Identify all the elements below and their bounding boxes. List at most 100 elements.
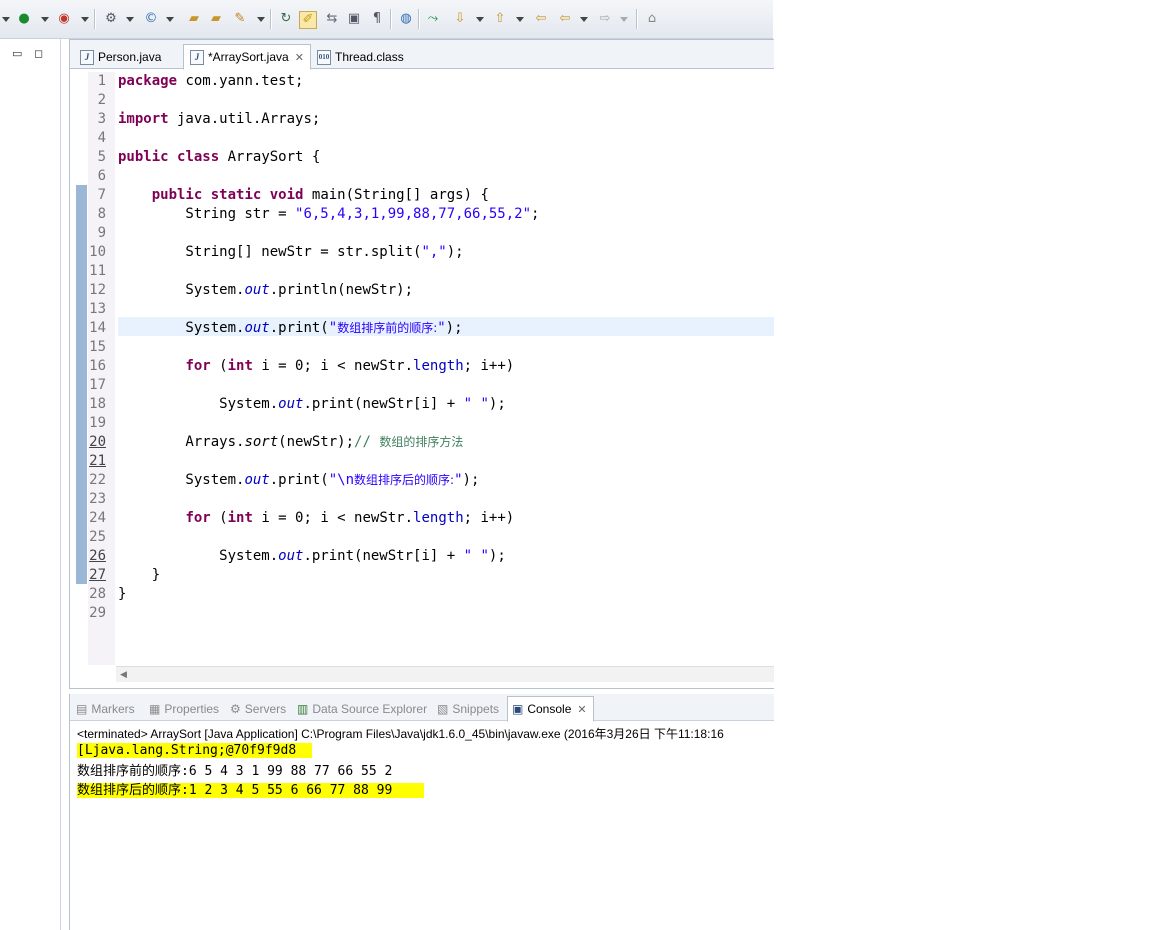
tab-servers[interactable]: ⚙ Servers — [230, 698, 286, 720]
toggle-mark-occurrences-icon[interactable]: ↻ — [278, 11, 294, 27]
changed-lines-marker — [76, 185, 87, 584]
open-folder-icon[interactable]: ▰ — [186, 11, 202, 27]
output-text: 数组排序前的顺序:6 5 4 3 1 99 88 77 66 55 2 — [77, 764, 393, 779]
previous-edit-icon[interactable]: ⇧ — [492, 11, 508, 27]
line-number: 11 — [89, 263, 106, 279]
line-number: 27 — [89, 567, 106, 583]
line-number: 2 — [97, 92, 106, 108]
code-line: import java.util.Arrays; — [118, 111, 321, 127]
chevron-down-icon[interactable] — [166, 17, 174, 22]
line-number: 12 — [89, 282, 106, 298]
tab-label: Console — [527, 702, 572, 716]
line-number: 28 — [89, 586, 106, 602]
chevron-down-icon[interactable] — [516, 17, 524, 22]
chevron-down-icon[interactable] — [476, 17, 484, 22]
chevron-down-icon[interactable] — [580, 17, 588, 22]
tab-thread-class[interactable]: 010 Thread.class — [311, 46, 404, 68]
line-number: 14 — [89, 320, 106, 336]
next-annotation-icon[interactable]: ⤳ — [425, 11, 441, 27]
new-java-class-icon[interactable]: © — [143, 11, 159, 27]
line-number: 3 — [97, 111, 106, 127]
line-number: 6 — [97, 168, 106, 184]
line-number: 26 — [89, 548, 106, 564]
line-number: 16 — [89, 358, 106, 374]
tab-label: Properties — [164, 702, 220, 716]
chevron-down-icon[interactable] — [126, 17, 134, 22]
main-toolbar: ● ◉ ⚙ © ▰ ▰ ✎ ↻ ✐ ⇆ ▣ ¶ ◍ ⤳ ⇩ ⇧ ⇦ ⇦ ⇨ ⌂ — [0, 0, 773, 39]
last-edit-icon[interactable]: ⇦ — [533, 11, 549, 27]
tab-data-source-explorer[interactable]: ▥ Data Source Explorer — [297, 698, 427, 720]
pin-icon[interactable]: ⌂ — [644, 11, 660, 27]
chevron-down-icon[interactable] — [257, 17, 265, 22]
tab-snippets[interactable]: ▧ Snippets — [437, 698, 499, 720]
line-number: 19 — [89, 415, 106, 431]
horizontal-scrollbar[interactable]: ◀ — [116, 666, 774, 682]
line-number: 24 — [89, 510, 106, 526]
maximize-icon[interactable]: ◻ — [34, 47, 43, 60]
line-number: 29 — [89, 605, 106, 621]
code-line: System.out.print(newStr[i] + " "); — [118, 548, 506, 564]
properties-icon: ▦ — [149, 702, 161, 716]
code-line: package com.yann.test; — [118, 73, 304, 89]
globe-icon[interactable]: ◍ — [398, 11, 414, 27]
back-icon[interactable]: ⇦ — [557, 11, 573, 27]
scroll-left-icon[interactable]: ◀ — [120, 670, 127, 680]
new-server-icon[interactable]: ⚙ — [103, 11, 119, 27]
chevron-down-icon[interactable] — [81, 17, 89, 22]
toggle-block-icon[interactable]: ⇆ — [324, 11, 340, 27]
line-number-gutter: 1 2 3 4 5 6 7 8 9 10 11 12 13 14 15 16 17 18 19 20 21 22 23 24 2… — [88, 72, 115, 665]
code-area[interactable]: 1 2 3 4 5 6 7 8 9 10 11 12 13 14 15 16 17 18 19 20 21 22 23 24 2… — [70, 69, 774, 665]
editor-tab-bar: J Person.java J *ArraySort.java ✕ 010 Th… — [70, 40, 774, 70]
next-edit-icon[interactable]: ⇩ — [452, 11, 468, 27]
console-view: ▤ Markers ▦ Properties ⚙ Servers ▥ Data … — [69, 694, 774, 930]
java-file-icon: J — [190, 49, 204, 65]
toolbar-separator — [418, 9, 420, 29]
tab-label: Person.java — [98, 50, 162, 64]
toggle-highlight-icon[interactable]: ✐ — [299, 11, 317, 29]
left-panel-collapsed: ▭ ◻ — [0, 39, 61, 930]
run-icon[interactable]: ● — [16, 11, 32, 27]
close-icon[interactable]: ✕ — [577, 703, 586, 716]
terminated-status: <terminated> ArraySort [Java Application… — [77, 727, 724, 741]
console-output-line: 数组排序后的顺序:1 2 3 4 5 55 6 66 77 88 99 — [77, 782, 424, 800]
code-line: } — [118, 586, 127, 602]
open-type-icon[interactable]: ▰ — [208, 11, 224, 27]
tab-label: Markers — [91, 702, 135, 716]
tab-arraysort-java[interactable]: J *ArraySort.java ✕ — [183, 44, 311, 70]
code-line: System.out.print(newStr[i] + " "); — [118, 396, 506, 412]
external-tools-icon[interactable]: ◉ — [56, 11, 72, 27]
code-line: for (int i = 0; i < newStr.length; i++) — [185, 358, 515, 374]
line-number: 1 — [97, 73, 106, 89]
line-number: 5 — [97, 149, 106, 165]
line-number: 17 — [89, 377, 106, 393]
tab-console[interactable]: ▣ Console ✕ — [507, 696, 594, 722]
line-number: 10 — [89, 244, 106, 260]
data-source-icon: ▥ — [297, 702, 309, 716]
tab-markers[interactable]: ▤ Markers — [76, 698, 135, 720]
java-file-icon: J — [80, 49, 94, 65]
code-line: System.out.println(newStr); — [118, 282, 414, 298]
close-icon[interactable]: ✕ — [295, 51, 304, 64]
tab-label: Snippets — [452, 702, 500, 716]
chevron-down-icon[interactable] — [620, 17, 628, 22]
dropdown-arrow-icon[interactable] — [2, 17, 10, 22]
line-number: 21 — [89, 453, 106, 469]
line-number: 23 — [89, 491, 106, 507]
tab-properties[interactable]: ▦ Properties — [149, 698, 219, 720]
line-number: 13 — [89, 301, 106, 317]
forward-icon[interactable]: ⇨ — [597, 11, 613, 27]
show-whitespace-icon[interactable]: ▣ — [346, 11, 362, 27]
tab-label: Servers — [244, 702, 287, 716]
code-line: } — [118, 567, 161, 583]
line-number: 7 — [97, 187, 106, 203]
line-number: 4 — [97, 130, 106, 146]
search-icon[interactable]: ✎ — [232, 11, 248, 27]
line-number: 22 — [89, 472, 106, 488]
line-number: 18 — [89, 396, 106, 412]
markers-icon: ▤ — [76, 702, 88, 716]
minimize-icon[interactable]: ▭ — [12, 47, 22, 60]
paragraph-icon[interactable]: ¶ — [369, 11, 385, 27]
tab-person-java[interactable]: J Person.java — [74, 46, 161, 68]
chevron-down-icon[interactable] — [41, 17, 49, 22]
console-output-line: [Ljava.lang.String;@70f9f9d8 — [77, 742, 312, 760]
